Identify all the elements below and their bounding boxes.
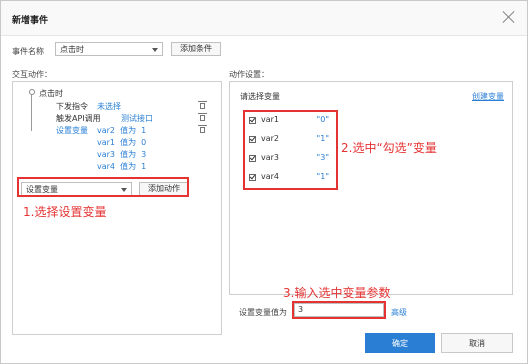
action-label: 设置变量 [56,126,88,135]
create-var-link[interactable]: 创建变量 [472,91,504,102]
trash-icon[interactable] [198,101,207,109]
trash-icon[interactable] [198,125,207,133]
cancel-button[interactable]: 取消 [441,333,513,353]
tree-connector [31,95,32,131]
action-label: 触发API调用 [56,114,101,123]
highlight-box-3 [292,301,386,319]
event-name-value: 点击时 [60,45,84,54]
sub-var-item: var1 值为 0 [97,138,147,147]
ok-button[interactable]: 确定 [365,333,435,353]
event-name-select[interactable]: 点击时 [55,42,163,56]
annotation-1: 1.选择设置变量 [23,205,107,219]
annotation-2: 2.选中“勾选”变量 [341,141,437,155]
action-value[interactable]: 测试接口 [121,113,153,124]
tree-node-icon [29,89,35,95]
tree-root: 点击时 [39,89,63,98]
close-icon[interactable] [501,9,517,25]
advanced-link[interactable]: 高级 [391,307,407,318]
settings-section-label: 动作设置： [229,70,269,79]
annotation-3: 3.输入选中变量参数 [283,286,391,300]
add-condition-button[interactable]: 添加条件 [171,42,221,56]
action-value[interactable]: 未选择 [97,101,121,112]
chevron-down-icon [152,48,158,52]
event-name-label: 事件名称 [12,47,44,56]
sub-var-item: var3 值为 3 [97,150,147,159]
choose-var-label: 请选择变量 [240,92,280,101]
trash-icon[interactable] [198,113,207,121]
highlight-box-1 [17,177,189,197]
highlight-box-2 [243,110,338,190]
action-label: 下发指令 [56,102,88,111]
interaction-section-label: 交互动作： [12,70,52,79]
var-value-label: 设置变量值为 [239,308,287,317]
sub-var-item: var4 值为 1 [97,162,147,171]
dialog-title: 新增事件 [12,16,49,26]
action-value: var2 值为 1 [97,126,147,135]
event-dialog: 新增事件 事件名称 点击时 添加条件 交互动作： 动作设置： 点击时 下发指令 … [0,0,528,364]
dialog-titlebar: 新增事件 [1,1,527,36]
